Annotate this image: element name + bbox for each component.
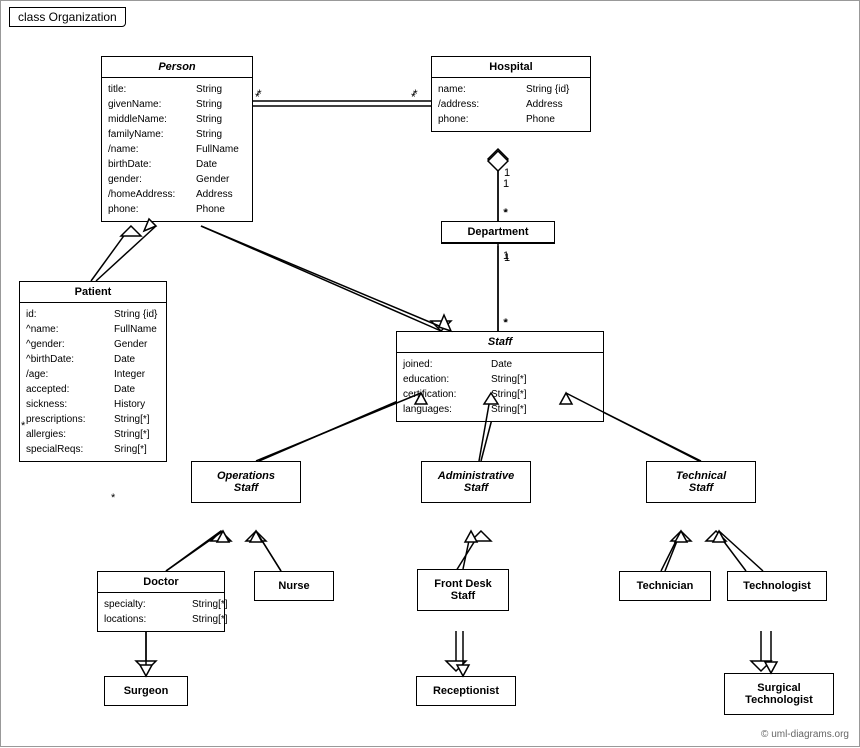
svg-text:*: *: [503, 207, 508, 219]
surgical-technologist-title: SurgicalTechnologist: [725, 674, 833, 714]
svg-text:*: *: [504, 317, 509, 329]
department-class: Department: [441, 221, 555, 244]
department-title: Department: [442, 222, 554, 243]
person-title: Person: [102, 57, 252, 78]
doctor-title: Doctor: [98, 572, 224, 593]
svg-text:1: 1: [504, 252, 510, 264]
staff-attrs: joined:Date education:String[*] certific…: [397, 353, 603, 421]
surgical-technologist-class: SurgicalTechnologist: [724, 673, 834, 715]
patient-title: Patient: [20, 282, 166, 303]
svg-text:1: 1: [503, 178, 509, 190]
front-desk-staff-title: Front DeskStaff: [418, 570, 508, 610]
technical-staff-class: TechnicalStaff: [646, 461, 756, 503]
operations-staff-class: OperationsStaff: [191, 461, 301, 503]
svg-text:1: 1: [504, 167, 510, 179]
svg-text:*: *: [111, 492, 116, 504]
technologist-class: Technologist: [727, 571, 827, 601]
receptionist-class: Receptionist: [416, 676, 516, 706]
svg-text:*: *: [411, 90, 416, 104]
svg-text:*: *: [504, 207, 509, 219]
hospital-attrs: name:String {id} /address:Address phone:…: [432, 78, 590, 131]
diagram-container: class Organization * * 1 * 1 *: [0, 0, 860, 747]
patient-attrs: id:String {id} ^name:FullName ^gender:Ge…: [20, 303, 166, 461]
person-attrs: title:String givenName:String middleName…: [102, 78, 252, 221]
technician-title: Technician: [620, 572, 710, 600]
technical-staff-title: TechnicalStaff: [647, 462, 755, 502]
svg-text:1: 1: [503, 250, 509, 262]
surgeon-class: Surgeon: [104, 676, 188, 706]
nurse-title: Nurse: [255, 572, 333, 600]
doctor-attrs: specialty:String[*] locations:String[*]: [98, 593, 224, 631]
person-class: Person title:String givenName:String mid…: [101, 56, 253, 222]
administrative-staff-title: AdministrativeStaff: [422, 462, 530, 502]
patient-class: Patient id:String {id} ^name:FullName ^g…: [19, 281, 167, 462]
hospital-title: Hospital: [432, 57, 590, 78]
svg-text:*: *: [413, 87, 418, 101]
nurse-class: Nurse: [254, 571, 334, 601]
svg-text:*: *: [503, 317, 508, 329]
receptionist-title: Receptionist: [417, 677, 515, 705]
technician-class: Technician: [619, 571, 711, 601]
copyright: © uml-diagrams.org: [761, 729, 849, 740]
staff-title: Staff: [397, 332, 603, 353]
front-desk-staff-class: Front DeskStaff: [417, 569, 509, 611]
surgeon-title: Surgeon: [105, 677, 187, 705]
doctor-class: Doctor specialty:String[*] locations:Str…: [97, 571, 225, 632]
svg-text:*: *: [255, 90, 260, 104]
staff-class: Staff joined:Date education:String[*] ce…: [396, 331, 604, 422]
operations-staff-title: OperationsStaff: [192, 462, 300, 502]
diagram-title: class Organization: [9, 7, 126, 27]
svg-text:*: *: [257, 87, 262, 101]
hospital-class: Hospital name:String {id} /address:Addre…: [431, 56, 591, 132]
technologist-title: Technologist: [728, 572, 826, 600]
administrative-staff-class: AdministrativeStaff: [421, 461, 531, 503]
